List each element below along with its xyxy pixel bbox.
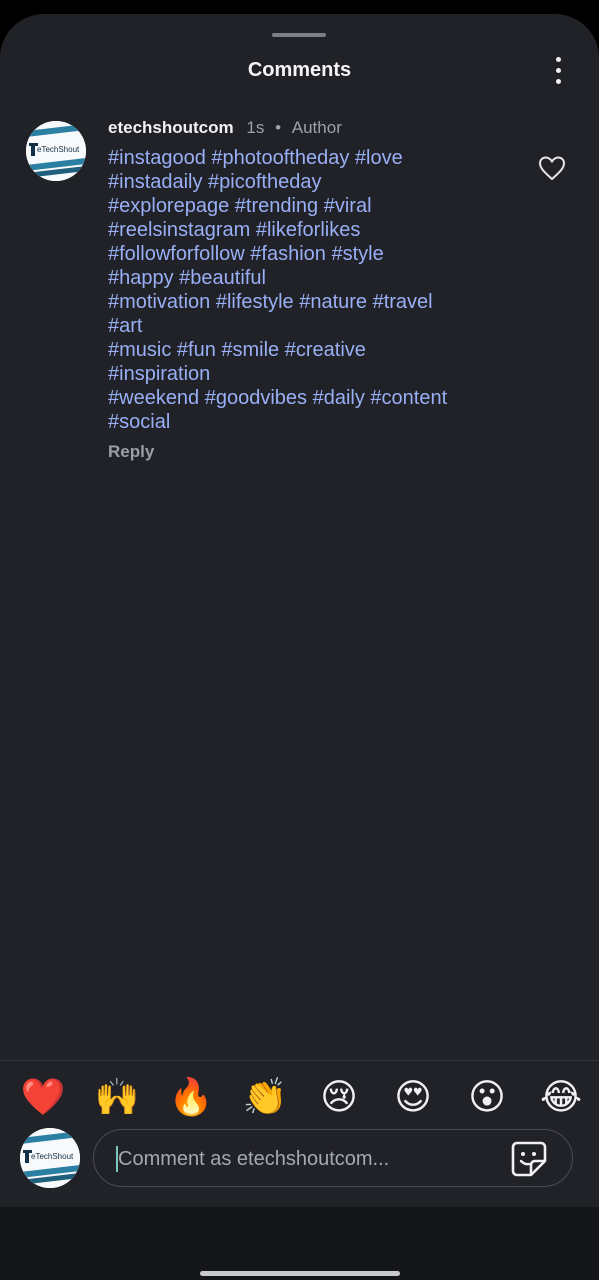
comment-line: #instadaily #picoftheday <box>108 171 322 193</box>
comment-body: #instagood #photooftheday #love #instada… <box>108 146 523 434</box>
comment-placeholder: Comment as etechshoutcom... <box>118 1148 390 1170</box>
comment-line: #social <box>108 411 171 433</box>
reaction-laughing[interactable]: 😂 <box>538 1076 584 1120</box>
heart-outline-icon[interactable] <box>538 155 566 181</box>
page-title: Comments <box>247 59 352 81</box>
reaction-heart[interactable]: ❤️ <box>20 1076 66 1120</box>
reply-button[interactable]: Reply <box>108 442 154 462</box>
comment-line: #inspiration <box>108 363 211 385</box>
reaction-crying[interactable]: 😢 <box>316 1076 362 1120</box>
sticker-icon[interactable] <box>509 1139 549 1179</box>
drag-handle[interactable] <box>272 33 326 37</box>
avatar[interactable]: eTechShout <box>26 121 86 181</box>
comment-input[interactable]: Comment as etechshoutcom... <box>93 1129 573 1187</box>
reaction-heart-eyes[interactable]: 😍 <box>390 1076 436 1120</box>
comment-line: #followforfollow #fashion #style <box>108 243 384 265</box>
reaction-surprised[interactable]: 😮 <box>464 1076 510 1120</box>
comment-line: #music #fun #smile #creative <box>108 339 366 361</box>
meta-separator: • <box>275 118 282 137</box>
reaction-raising-hands[interactable]: 🙌 <box>94 1076 140 1120</box>
comments-sheet: Comments eTechShout etechshoutcom 1s • A… <box>0 14 599 1207</box>
comment-line: #art <box>108 315 143 337</box>
author-label: Author <box>291 118 342 137</box>
comment-line: #reelsinstagram #likeforlikes <box>108 219 361 241</box>
home-indicator[interactable] <box>200 1271 400 1276</box>
more-options-icon[interactable] <box>545 54 571 86</box>
reaction-clap[interactable]: 👏 <box>242 1076 288 1120</box>
comment-line: #explorepage #trending #viral <box>108 195 372 217</box>
comment-line: #happy #beautiful <box>108 267 266 289</box>
comment-username[interactable]: etechshoutcom <box>108 118 234 137</box>
avatar-logo-text: eTechShout <box>37 145 80 154</box>
avatar-logo-text: eTechShout <box>31 1152 74 1161</box>
divider <box>0 1060 599 1061</box>
system-navigation-bar <box>0 1207 599 1280</box>
comment-line: #weekend #goodvibes #daily #content <box>108 387 448 409</box>
reaction-fire[interactable]: 🔥 <box>168 1076 214 1120</box>
comment-meta: etechshoutcom 1s • Author <box>108 118 342 138</box>
comment-line: #instagood #photooftheday #love <box>108 147 403 169</box>
comment-line: #motivation #lifestyle #nature #travel <box>108 291 433 313</box>
comment-time: 1s <box>246 118 265 137</box>
composer-avatar: eTechShout <box>20 1128 80 1188</box>
quick-reactions: ❤️ 🙌 🔥 👏 😢 😍 😮 😂 <box>20 1076 584 1120</box>
